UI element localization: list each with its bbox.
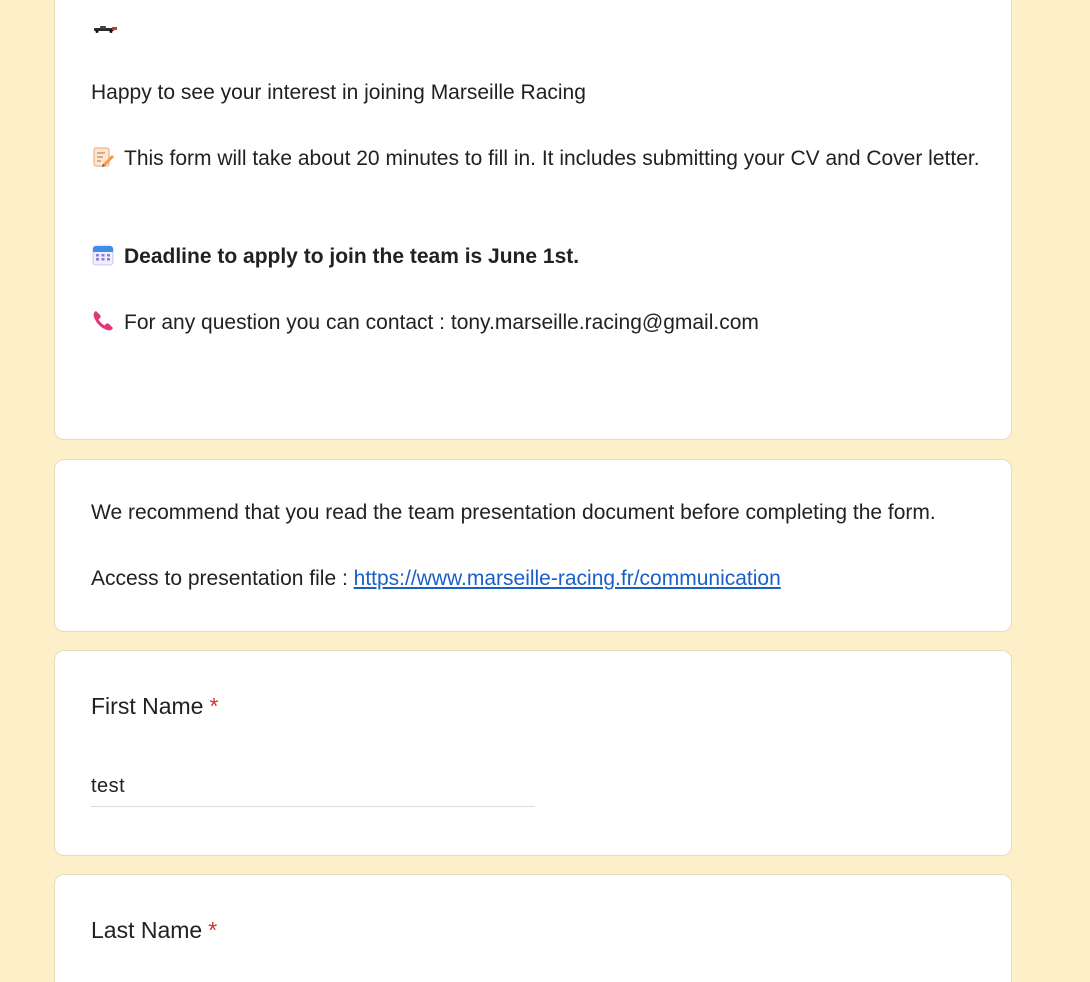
form-description-card: Happy to see your interest in joining Ma… xyxy=(54,0,1012,440)
racing-car-icon xyxy=(94,26,117,33)
memo-pencil-icon xyxy=(93,147,114,167)
last-name-label: Last Name xyxy=(91,917,203,943)
welcome-text: Happy to see your interest in joining Ma… xyxy=(91,81,586,104)
recommendation-text: We recommend that you read the team pres… xyxy=(91,501,936,524)
presentation-link[interactable]: https://www.marseille-racing.fr/communic… xyxy=(354,567,781,590)
contact-text: For any question you can contact : tony.… xyxy=(124,311,759,334)
telephone-receiver-icon xyxy=(93,311,113,331)
deadline-line: Deadline to apply to join the team is Ju… xyxy=(91,241,579,273)
access-label: Access to presentation file : xyxy=(91,567,354,590)
deadline-text: Deadline to apply to join the team is Ju… xyxy=(124,245,580,268)
required-asterisk: * xyxy=(209,693,219,719)
first-name-label: First Name xyxy=(91,693,204,719)
first-name-question-card: First Name * xyxy=(54,650,1012,856)
first-name-input[interactable] xyxy=(91,767,535,807)
duration-line: This form will take about 20 minutes to … xyxy=(91,143,981,175)
last-name-title: Last Name * xyxy=(91,915,217,945)
presentation-card: We recommend that you read the team pres… xyxy=(54,459,1012,632)
form-page: Happy to see your interest in joining Ma… xyxy=(0,0,1090,982)
last-name-question-card: Last Name * xyxy=(54,874,1012,982)
calendar-icon xyxy=(92,245,114,266)
contact-line: For any question you can contact : tony.… xyxy=(91,307,759,339)
first-name-title: First Name * xyxy=(91,691,218,721)
duration-text: This form will take about 20 minutes to … xyxy=(124,147,980,170)
presentation-access-line: Access to presentation file : https://ww… xyxy=(91,563,781,595)
required-asterisk: * xyxy=(208,917,218,943)
